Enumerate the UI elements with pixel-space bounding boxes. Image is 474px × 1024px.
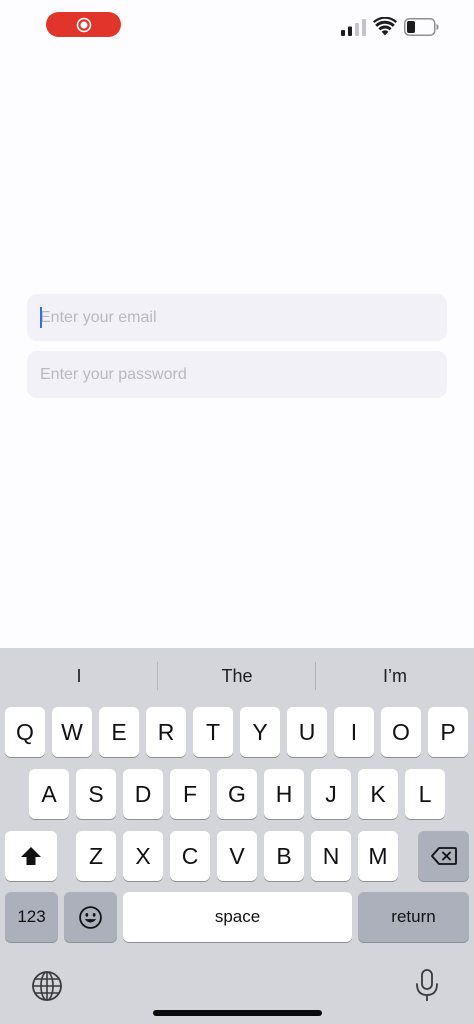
screen-recording-indicator[interactable] — [46, 12, 121, 37]
cellular-signal-icon — [341, 19, 366, 36]
key-i[interactable]: I — [334, 707, 374, 757]
key-b[interactable]: B — [264, 831, 304, 881]
key-v[interactable]: V — [217, 831, 257, 881]
key-d[interactable]: D — [123, 769, 163, 819]
emoji-icon — [79, 905, 102, 929]
key-j[interactable]: J — [311, 769, 351, 819]
prediction-3[interactable]: I’m — [316, 648, 474, 704]
key-n[interactable]: N — [311, 831, 351, 881]
key-t[interactable]: T — [193, 707, 233, 757]
key-w[interactable]: W — [52, 707, 92, 757]
globe-icon[interactable] — [31, 970, 63, 1002]
password-field[interactable] — [27, 351, 447, 398]
delete-key[interactable] — [418, 831, 469, 881]
key-e[interactable]: E — [99, 707, 139, 757]
predictive-text-bar: I The I’m — [0, 648, 474, 704]
key-y[interactable]: Y — [240, 707, 280, 757]
key-s[interactable]: S — [76, 769, 116, 819]
key-f[interactable]: F — [170, 769, 210, 819]
status-bar — [0, 0, 474, 56]
key-g[interactable]: G — [217, 769, 257, 819]
shift-key[interactable] — [5, 831, 57, 881]
key-o[interactable]: O — [381, 707, 421, 757]
key-u[interactable]: U — [287, 707, 327, 757]
emoji-key[interactable] — [64, 892, 117, 942]
key-k[interactable]: K — [358, 769, 398, 819]
wifi-icon — [373, 17, 397, 36]
key-a[interactable]: A — [29, 769, 69, 819]
space-key[interactable]: space — [123, 892, 352, 942]
prediction-2[interactable]: The — [158, 648, 316, 704]
onscreen-keyboard: I The I’m Q W E R T Y U I O P A S D F G … — [0, 648, 474, 1024]
battery-icon — [404, 18, 439, 36]
home-indicator[interactable] — [153, 1010, 322, 1016]
key-x[interactable]: X — [123, 831, 163, 881]
key-h[interactable]: H — [264, 769, 304, 819]
prediction-1[interactable]: I — [0, 648, 158, 704]
key-c[interactable]: C — [170, 831, 210, 881]
key-r[interactable]: R — [146, 707, 186, 757]
shift-arrow-icon — [21, 847, 41, 865]
screen-record-icon — [76, 17, 91, 32]
return-key[interactable]: return — [358, 892, 469, 942]
key-q[interactable]: Q — [5, 707, 45, 757]
key-l[interactable]: L — [405, 769, 445, 819]
text-cursor — [40, 307, 42, 328]
key-z[interactable]: Z — [76, 831, 116, 881]
key-p[interactable]: P — [428, 707, 468, 757]
numbers-key[interactable]: 123 — [5, 892, 58, 942]
microphone-icon[interactable] — [414, 968, 440, 1004]
login-screen: I The I’m Q W E R T Y U I O P A S D F G … — [0, 0, 474, 1024]
email-field[interactable] — [27, 294, 447, 341]
key-m[interactable]: M — [358, 831, 398, 881]
backspace-icon — [430, 847, 457, 865]
